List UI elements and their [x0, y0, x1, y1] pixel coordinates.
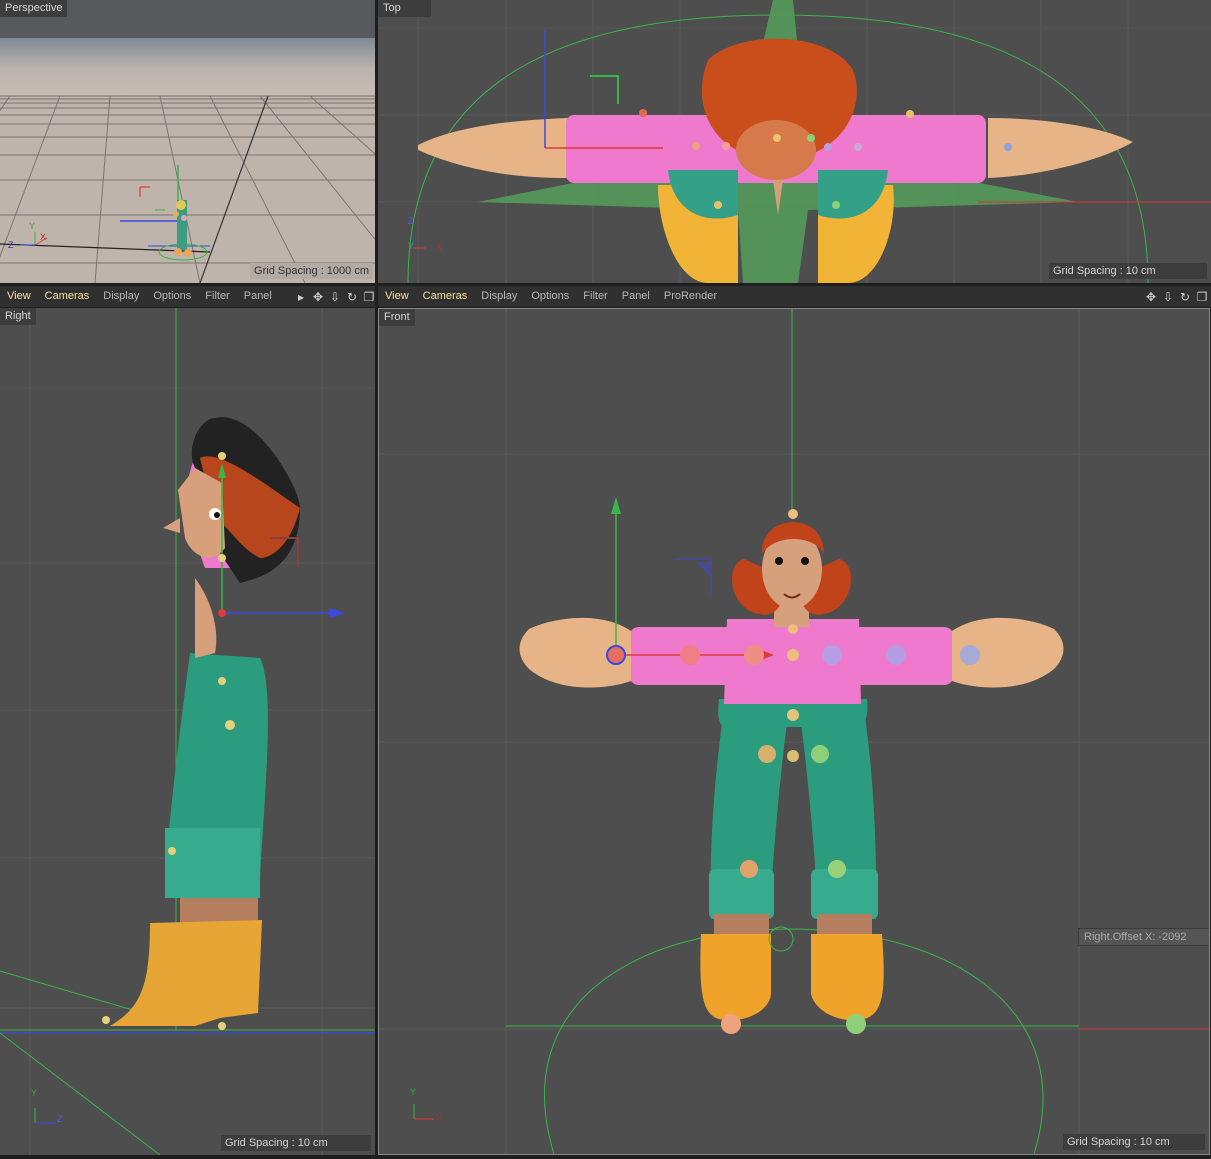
- grid-spacing-front: Grid Spacing : 10 cm: [1063, 1134, 1205, 1150]
- viewport-menubar-front-view: View Cameras Display Options Filter Pane…: [378, 286, 1211, 307]
- axis-label-x: X: [436, 1113, 443, 1123]
- menu-prorender[interactable]: ProRender: [657, 286, 724, 307]
- viewport-menubar-right-view: View Cameras Display Options Filter Pane…: [0, 286, 375, 307]
- menu-options[interactable]: Options: [146, 286, 198, 307]
- grid-spacing-perspective: Grid Spacing : 1000 cm: [250, 263, 373, 279]
- perspective-viewport[interactable]: Y Z X Perspective Grid Spacing : 1000 cm: [0, 0, 375, 283]
- perspective-scene: [0, 0, 375, 283]
- grid-spacing-top: Grid Spacing : 10 cm: [1049, 263, 1207, 279]
- more-arrow-icon[interactable]: ▸: [294, 290, 308, 304]
- top-scene: [378, 0, 1211, 283]
- axis-label-z: Z: [408, 216, 414, 226]
- axis-label-y: Y: [410, 1087, 417, 1097]
- offset-readout: Right.Offset X: -2092: [1078, 928, 1209, 946]
- move-view-icon[interactable]: ✥: [1144, 290, 1158, 304]
- maximize-view-icon[interactable]: ❐: [1195, 290, 1209, 304]
- menu-filter[interactable]: Filter: [198, 286, 236, 307]
- axis-label-y: Y: [408, 241, 415, 251]
- axis-label-y: Y: [29, 221, 36, 231]
- axis-label-x: X: [40, 232, 47, 242]
- menu-cameras[interactable]: Cameras: [38, 286, 97, 307]
- axis-label-z: Z: [57, 1114, 63, 1124]
- axis-label-y: Y: [31, 1088, 38, 1098]
- axis-label-x: X: [436, 242, 443, 252]
- menu-view[interactable]: View: [378, 286, 416, 307]
- menu-panel[interactable]: Panel: [615, 286, 657, 307]
- menu-display[interactable]: Display: [96, 286, 146, 307]
- menu-display[interactable]: Display: [474, 286, 524, 307]
- right-scene: [0, 308, 375, 1155]
- right-viewport[interactable]: Y Z Right Grid Spacing : 10 cm: [0, 308, 375, 1155]
- viewport-title-front[interactable]: Front: [379, 309, 415, 326]
- viewport-title-perspective[interactable]: Perspective: [0, 0, 68, 17]
- grid-spacing-right: Grid Spacing : 10 cm: [221, 1135, 371, 1151]
- viewport-title-top[interactable]: Top: [378, 0, 431, 17]
- dolly-view-icon[interactable]: ⇩: [1161, 290, 1175, 304]
- rotate-view-icon[interactable]: ↻: [345, 290, 359, 304]
- menu-panel[interactable]: Panel: [237, 286, 279, 307]
- axis-label-z: Z: [8, 240, 14, 250]
- top-viewport[interactable]: Z Y X Top Grid Spacing : 10 cm: [378, 0, 1211, 283]
- move-view-icon[interactable]: ✥: [311, 290, 325, 304]
- rotate-view-icon[interactable]: ↻: [1178, 290, 1192, 304]
- dolly-view-icon[interactable]: ⇩: [328, 290, 342, 304]
- viewport-title-right[interactable]: Right: [0, 308, 36, 325]
- front-viewport[interactable]: Y X Front Right.Offset X: -2092 Grid Spa…: [378, 308, 1210, 1155]
- maximize-view-icon[interactable]: ❐: [362, 290, 376, 304]
- menu-options[interactable]: Options: [524, 286, 576, 307]
- menu-filter[interactable]: Filter: [576, 286, 614, 307]
- front-scene: [379, 309, 1209, 1154]
- menu-view[interactable]: View: [0, 286, 38, 307]
- menu-cameras[interactable]: Cameras: [416, 286, 475, 307]
